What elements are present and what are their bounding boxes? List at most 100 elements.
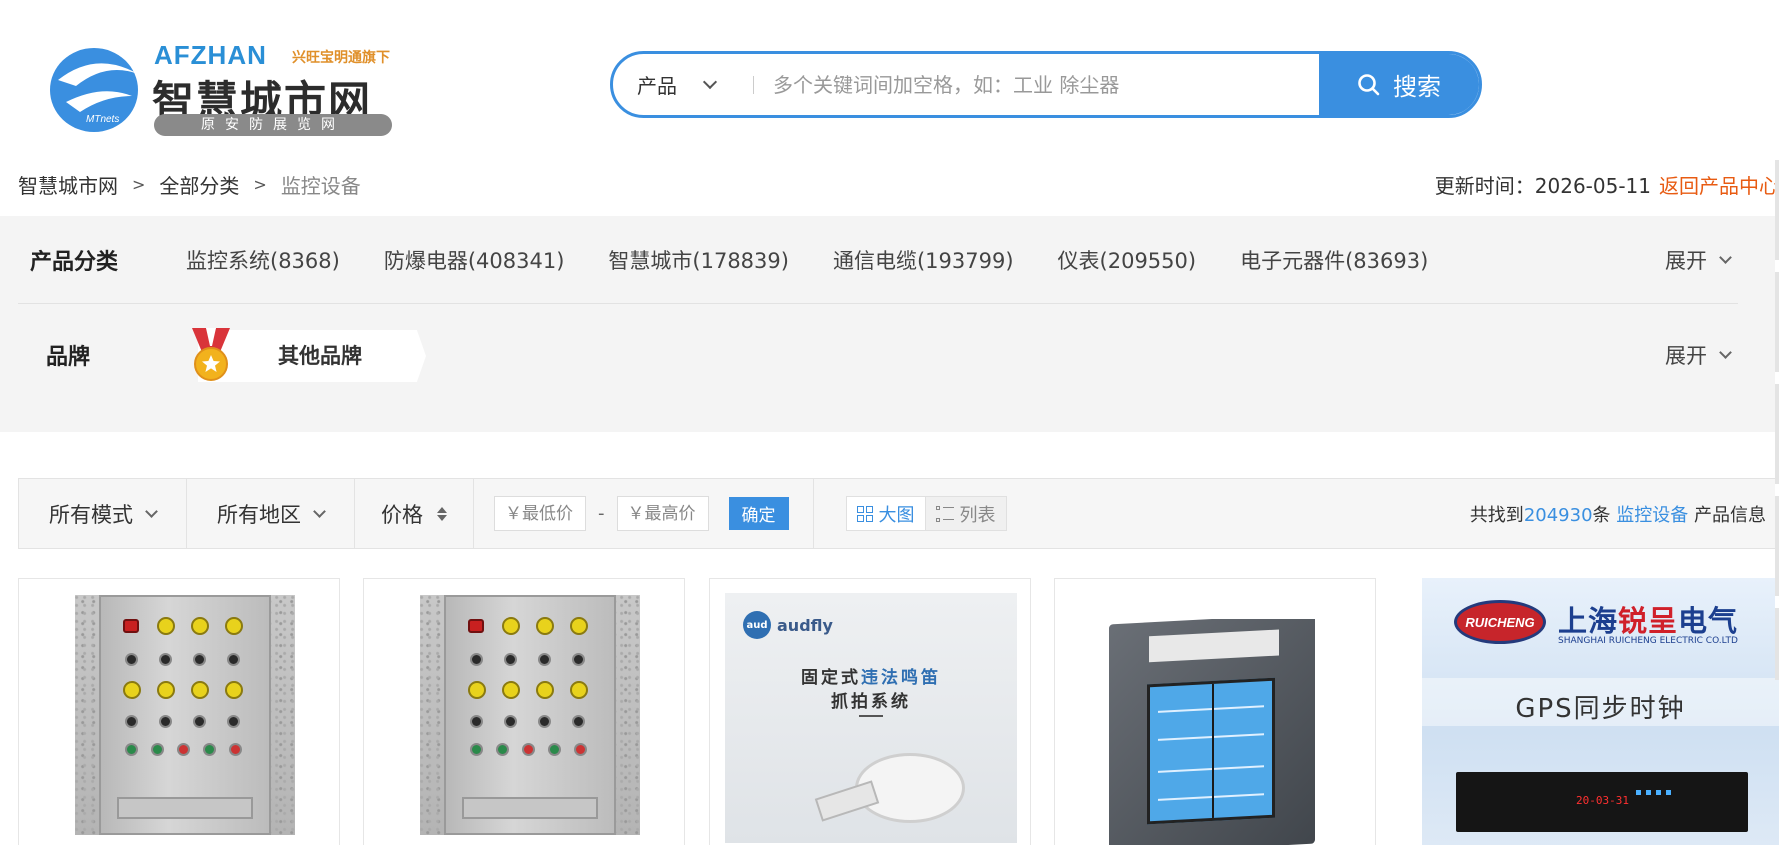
list-view-button[interactable]: 列表: [925, 496, 1007, 531]
result-count-number: 204930: [1523, 504, 1593, 526]
update-info: 更新时间：2026-05-11 返回产品中心: [1435, 170, 1779, 199]
company-name-part: 电气: [1678, 604, 1739, 638]
company-name-en: SHANGHAI RUICHENG ELECTRIC CO.LTD: [1558, 636, 1738, 646]
search-bar: 产品 搜索: [610, 51, 1482, 118]
grid-view-icon: [856, 505, 873, 522]
sort-icon: [437, 506, 447, 521]
brand-chip-label: 其他品牌: [278, 344, 362, 368]
chevron-down-icon: [1719, 346, 1732, 359]
price-confirm-button[interactable]: 确定: [728, 497, 789, 530]
product-card[interactable]: aud audfly 固定式违法鸣笛 抓拍系统: [709, 578, 1031, 845]
product-image: RUICHENG 上海锐呈电气 SHANGHAI RUICHENG ELECTR…: [1422, 578, 1779, 845]
product-title: GPS同步时钟: [1515, 694, 1686, 724]
product-card[interactable]: [363, 578, 685, 845]
brand-filter-label: 品牌: [46, 345, 91, 370]
breadcrumb-current: 监控设备: [280, 174, 361, 198]
category-item[interactable]: 通信电缆(193799): [833, 245, 1014, 275]
chevron-down-icon: [702, 74, 718, 90]
category-filter-row: 产品分类 监控系统(8368) 防爆电器(408341) 智慧城市(178839…: [18, 216, 1738, 304]
search-type-select[interactable]: 产品: [613, 54, 753, 115]
headline-highlight: 违法鸣笛: [861, 668, 941, 688]
headline-part: 固定式: [801, 668, 861, 688]
camera-device: [814, 780, 880, 822]
category-item[interactable]: 仪表(209550): [1058, 245, 1197, 275]
category-item[interactable]: 电子元器件(83693): [1240, 245, 1428, 275]
product-headline: 固定式违法鸣笛: [725, 663, 1017, 688]
search-input[interactable]: [773, 54, 1313, 115]
product-image: [420, 595, 640, 835]
breadcrumb-all-categories[interactable]: 全部分类: [159, 170, 239, 199]
product-card[interactable]: [18, 578, 340, 845]
mode-dropdown-label: 所有模式: [49, 502, 133, 527]
category-item[interactable]: 监控系统(8368): [186, 245, 340, 275]
price-sort-label: 价格: [381, 502, 423, 527]
ruicheng-logo: RUICHENG: [1454, 600, 1546, 644]
result-count: 共找到204930条 监控设备 产品信息: [1470, 501, 1766, 527]
brand-chip-other[interactable]: 其他品牌: [186, 328, 426, 382]
product-card[interactable]: RUICHENG 上海锐呈电气 SHANGHAI RUICHENG ELECTR…: [1422, 578, 1779, 845]
back-to-product-center-link[interactable]: 返回产品中心: [1659, 174, 1779, 198]
category-item[interactable]: 智慧城市(178839): [608, 245, 789, 275]
mode-dropdown[interactable]: 所有模式: [19, 479, 187, 548]
breadcrumb-separator: >: [132, 175, 146, 194]
company-name-highlight: 锐呈: [1618, 604, 1679, 638]
product-card[interactable]: [1054, 578, 1376, 845]
search-divider: [753, 76, 754, 94]
chevron-down-icon: [313, 504, 326, 518]
product-subheadline: 抓拍系统: [831, 692, 911, 712]
result-keyword: 监控设备: [1616, 504, 1689, 526]
view-toggle: 大图 列表: [845, 496, 1007, 531]
chevron-down-icon: [1719, 250, 1732, 264]
result-mid: 条: [1592, 504, 1611, 526]
product-image: aud audfly 固定式违法鸣笛 抓拍系统: [725, 593, 1017, 843]
ruicheng-logo-text: RUICHENG: [1465, 615, 1535, 630]
expand-label: 展开: [1665, 248, 1707, 273]
logo-ring-text: MTnets: [86, 114, 119, 125]
audfly-logo: aud audfly: [743, 611, 833, 639]
update-time: 更新时间：2026-05-11: [1434, 174, 1651, 198]
max-price-input[interactable]: [616, 496, 709, 531]
product-image: [75, 595, 295, 835]
price-sort-button[interactable]: 价格: [355, 479, 474, 548]
result-suffix: 产品信息: [1694, 504, 1766, 526]
meter-screen: [1147, 677, 1275, 825]
logo-brand-band: 原安防展览网: [154, 114, 392, 136]
chevron-down-icon: [145, 504, 158, 518]
side-scroll-tabs[interactable]: [1775, 160, 1779, 680]
gps-clock-device: 20-03-31: [1456, 772, 1748, 832]
list-view-icon: [935, 505, 954, 522]
product-image: [1105, 619, 1325, 845]
search-icon: [1358, 73, 1380, 95]
meter-label-plate: [1149, 629, 1279, 663]
device-leds: [1636, 790, 1671, 795]
category-expand-button[interactable]: 展开: [1665, 245, 1732, 275]
audfly-logo-icon: aud: [743, 611, 771, 639]
meter-body: [1109, 619, 1315, 845]
medal-icon: [192, 328, 230, 381]
filter-panel: 产品分类 监控系统(8368) 防爆电器(408341) 智慧城市(178839…: [0, 216, 1779, 432]
company-name-part: 上海: [1558, 604, 1619, 638]
search-button-label: 搜索: [1393, 73, 1441, 101]
region-dropdown-label: 所有地区: [217, 502, 301, 527]
result-prefix: 共找到: [1469, 504, 1524, 526]
device-display: 20-03-31: [1576, 794, 1629, 807]
list-view-label: 列表: [959, 504, 996, 526]
expand-label: 展开: [1665, 344, 1707, 368]
region-dropdown[interactable]: 所有地区: [187, 479, 355, 548]
category-item[interactable]: 防爆电器(408341): [384, 245, 565, 275]
grid-view-button[interactable]: 大图: [845, 496, 926, 531]
search-button[interactable]: 搜索: [1319, 54, 1479, 115]
logo-ring-icon: MTnets: [50, 48, 138, 132]
divider: [859, 715, 883, 717]
min-price-input[interactable]: [494, 496, 586, 531]
brand-filter-row: 品牌 其他品牌 展开: [18, 305, 1738, 405]
list-toolbar: 所有模式 所有地区 价格 - 确定 大图 列表: [18, 478, 1779, 549]
company-name: 上海锐呈电气: [1558, 598, 1738, 640]
breadcrumb-separator: >: [253, 175, 267, 194]
grid-view-label: 大图: [878, 504, 915, 526]
brand-expand-button[interactable]: 展开: [1665, 340, 1732, 370]
price-range-dash: -: [598, 503, 605, 524]
breadcrumb-home[interactable]: 智慧城市网: [18, 170, 118, 199]
site-logo[interactable]: MTnets AFZHAN 兴旺宝明通旗下 智慧城市网 原安防展览网: [46, 38, 402, 138]
logo-brand-tag: 兴旺宝明通旗下: [292, 50, 390, 66]
